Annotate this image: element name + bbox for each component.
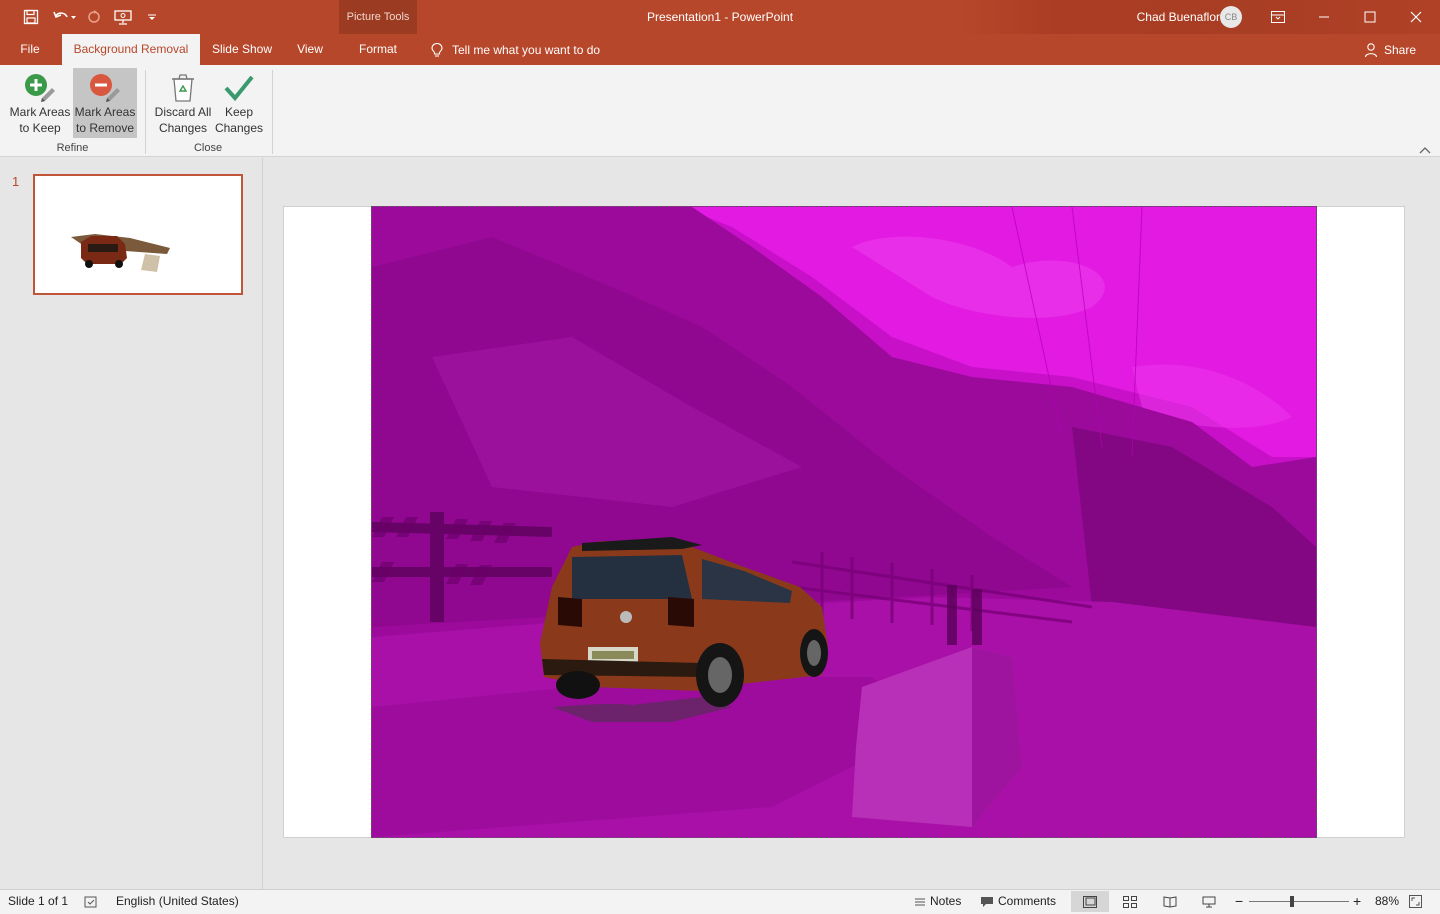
- language-indicator[interactable]: English (United States): [116, 889, 239, 914]
- background-removal-preview: [372, 207, 1316, 837]
- normal-view-icon[interactable]: [1071, 891, 1109, 912]
- zoom-in-icon[interactable]: +: [1353, 889, 1361, 914]
- fit-slide-icon[interactable]: [1409, 889, 1426, 914]
- customize-qat-icon[interactable]: [144, 6, 160, 28]
- maximize-icon[interactable]: [1347, 0, 1393, 34]
- thumbnail-preview-image: [71, 234, 170, 272]
- slide-count: Slide 1 of 1: [8, 894, 69, 908]
- recycle-bin-icon: [172, 74, 194, 102]
- keep-changes-button[interactable]: Keep Changes: [214, 68, 264, 138]
- ribbon-display-options-icon[interactable]: [1255, 0, 1301, 34]
- lightbulb-icon: [431, 42, 443, 57]
- checkmark-icon: [224, 75, 254, 102]
- slide-thumbnail[interactable]: [33, 174, 243, 295]
- undo-icon[interactable]: [50, 6, 78, 28]
- tell-me-search[interactable]: Tell me what you want to do: [430, 34, 600, 65]
- notes-icon: [915, 898, 925, 905]
- zoom-slider-track[interactable]: [1249, 901, 1349, 902]
- tab-background-removal[interactable]: Background Removal: [62, 34, 200, 65]
- tab-file[interactable]: File: [8, 34, 52, 65]
- save-icon[interactable]: [20, 6, 42, 28]
- document-title: Presentation1 - PowerPoint: [646, 10, 794, 24]
- share-label: Share: [1384, 42, 1417, 57]
- zoom-out-icon[interactable]: −: [1235, 889, 1243, 914]
- slide-number: 1: [12, 174, 20, 189]
- group-separator: [145, 70, 146, 154]
- mark-keep-line2: to Keep: [19, 121, 61, 135]
- tab-slide-show[interactable]: Slide Show: [204, 34, 280, 65]
- picture-being-edited[interactable]: [371, 206, 1317, 838]
- mark-remove-line1: Mark Areas: [74, 105, 136, 119]
- notes-label: Notes: [930, 894, 962, 908]
- zoom-level[interactable]: 88%: [1375, 889, 1399, 914]
- group-label-refine: Refine: [56, 142, 89, 154]
- keep-line1: Keep: [224, 105, 254, 119]
- group-separator: [272, 70, 273, 154]
- comments-label: Comments: [998, 894, 1057, 908]
- person-icon: [1364, 42, 1378, 57]
- discard-all-changes-button[interactable]: Discard All Changes: [152, 68, 214, 138]
- mark-areas-to-remove-button[interactable]: Mark Areas to Remove: [73, 68, 137, 138]
- tab-format[interactable]: Format: [339, 34, 417, 65]
- group-label-close: Close: [193, 142, 223, 154]
- collapse-ribbon-icon[interactable]: [1418, 144, 1432, 156]
- tab-view[interactable]: View: [286, 34, 334, 65]
- start-slideshow-icon[interactable]: [112, 6, 134, 28]
- slideshow-view-icon[interactable]: [1190, 891, 1228, 912]
- comment-icon: [981, 896, 993, 907]
- comments-button[interactable]: Comments: [980, 889, 1056, 914]
- discard-line2: Changes: [158, 121, 208, 135]
- reading-view-icon[interactable]: [1151, 891, 1189, 912]
- minimize-icon[interactable]: [1301, 0, 1347, 34]
- accessibility-check-icon[interactable]: [84, 889, 102, 914]
- tell-me-text: Tell me what you want to do: [452, 42, 601, 57]
- contextual-group-label: Picture Tools: [346, 11, 410, 23]
- mark-areas-to-keep-button[interactable]: Mark Areas to Keep: [8, 68, 72, 138]
- user-name[interactable]: Chad Buenaflor: [1110, 0, 1220, 34]
- notes-button[interactable]: Notes: [914, 889, 961, 914]
- mark-keep-line1: Mark Areas: [9, 105, 71, 119]
- zoom-slider-thumb[interactable]: [1290, 896, 1295, 907]
- avatar[interactable]: CB: [1220, 6, 1242, 28]
- keep-line2: Changes: [214, 121, 264, 135]
- minus-pencil-icon: [90, 74, 120, 102]
- discard-line1: Discard All: [154, 105, 212, 119]
- close-icon[interactable]: [1393, 0, 1439, 34]
- share-button[interactable]: Share: [1364, 34, 1416, 65]
- mark-remove-line2: to Remove: [75, 121, 135, 135]
- plus-pencil-icon: [25, 74, 55, 102]
- redo-icon[interactable]: [84, 6, 104, 28]
- slide-sorter-icon[interactable]: [1111, 891, 1149, 912]
